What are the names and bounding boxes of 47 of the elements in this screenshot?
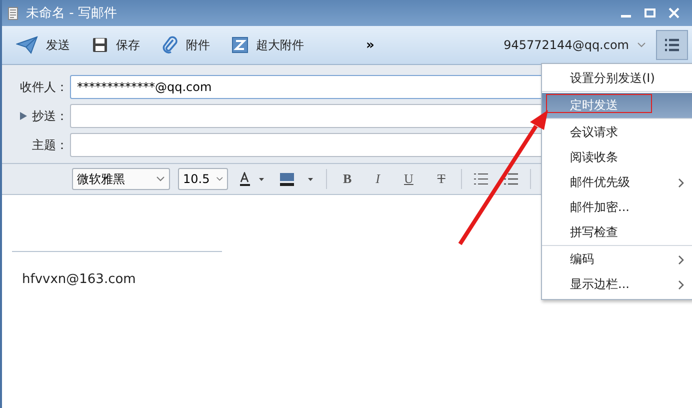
- italic-button[interactable]: I: [368, 171, 388, 187]
- text-color-icon[interactable]: [240, 172, 264, 186]
- strikethrough-button[interactable]: T: [429, 171, 454, 187]
- attachment-button[interactable]: 附件: [162, 36, 210, 54]
- font-dropdown[interactable]: 微软雅黑: [72, 168, 170, 190]
- caret-icon[interactable]: [637, 42, 646, 48]
- menu-item[interactable]: 设置分别发送(I): [542, 66, 692, 92]
- send-button[interactable]: 发送: [16, 36, 70, 54]
- chevron-right-icon[interactable]: [678, 254, 684, 264]
- field-label: 主题：: [32, 136, 68, 154]
- field-label: 抄送：: [20, 108, 68, 124]
- font-size-dropdown[interactable]: 10.5: [178, 168, 228, 190]
- underline-button[interactable]: U: [396, 171, 422, 187]
- chevron-right-icon[interactable]: [678, 178, 684, 188]
- menu-item[interactable]: 会议请求: [542, 120, 692, 145]
- menu-icon[interactable]: [664, 38, 680, 52]
- chevron-right-icon[interactable]: [678, 280, 684, 290]
- menu-item[interactable]: 显示边栏...: [542, 272, 692, 297]
- caret-icon[interactable]: [216, 176, 223, 182]
- menu-item[interactable]: 邮件优先级: [542, 170, 692, 195]
- menu-item[interactable]: 拼写检查: [542, 220, 692, 246]
- attachment-button[interactable]: 超大附件: [232, 36, 304, 54]
- menu-item[interactable]: 邮件加密...: [542, 195, 692, 220]
- paperclip-icon[interactable]: [162, 36, 178, 54]
- maximize-icon[interactable]: [644, 7, 656, 19]
- window-title: 未命名 - 写邮件: [26, 5, 117, 22]
- menu-button[interactable]: [656, 30, 688, 60]
- save-button[interactable]: 保存: [92, 36, 140, 54]
- close-icon[interactable]: [668, 7, 680, 19]
- more-button[interactable]: »: [366, 38, 374, 52]
- menu-item[interactable]: 编码: [542, 247, 692, 272]
- bold-button[interactable]: B: [335, 171, 360, 187]
- document-icon: [8, 6, 18, 20]
- toolbar-button-label[interactable]: 超大附件: [256, 36, 304, 54]
- highlight-color-icon[interactable]: [280, 172, 314, 186]
- signature-text: hfvvxn@163.com: [22, 272, 136, 287]
- field-label: 收件人：: [20, 78, 68, 96]
- account-dropdown[interactable]: 945772144@qq.com: [504, 38, 646, 52]
- paper-plane-icon[interactable]: [16, 36, 38, 54]
- caret-icon[interactable]: [156, 176, 165, 182]
- toolbar-button-label[interactable]: 保存: [116, 36, 140, 54]
- bullet-list-icon[interactable]: [474, 173, 488, 185]
- numbered-list-icon[interactable]: [504, 173, 518, 185]
- toolbar-button-label[interactable]: 发送: [46, 36, 70, 54]
- menu-item[interactable]: 阅读收条: [542, 145, 692, 170]
- toolbar-button-label[interactable]: 附件: [186, 36, 210, 54]
- z-letter-icon[interactable]: [232, 37, 248, 53]
